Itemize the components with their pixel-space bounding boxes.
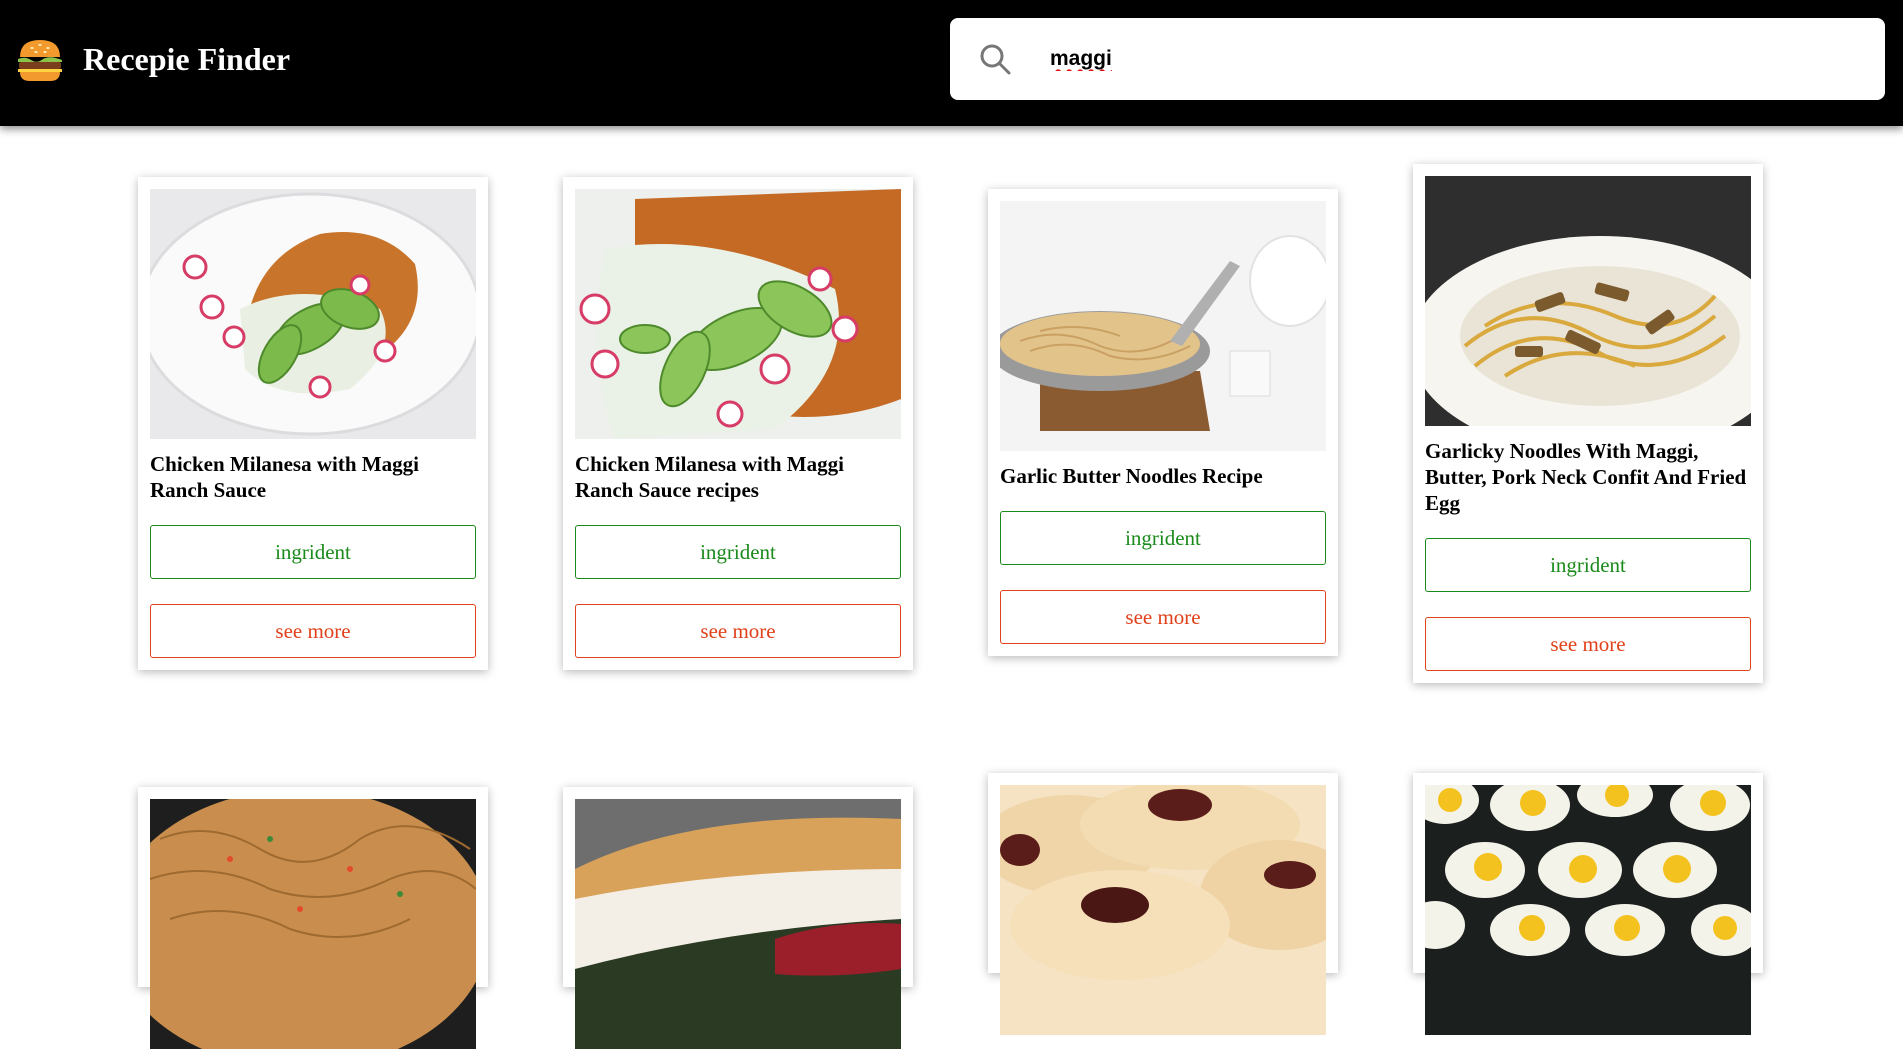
recipe-card — [138, 787, 488, 1049]
ingredient-button[interactable]: ingrident — [150, 525, 476, 579]
recipe-card: Garlic Butter Noodles Recipe ingrident s… — [988, 189, 1338, 656]
top-header: Recepie Finder — [0, 0, 1903, 126]
recipe-card: Chicken Milanesa with Maggi Ranch Sauce … — [138, 177, 488, 670]
recipe-card: Garlicky Noodles With Maggi, Butter, Por… — [1413, 164, 1763, 683]
recipe-title: Chicken Milanesa with Maggi Ranch Sauce … — [575, 452, 844, 502]
recipe-image[interactable] — [150, 799, 476, 1049]
see-more-button[interactable]: see more — [1425, 617, 1751, 671]
app-title: Recepie Finder — [83, 41, 291, 77]
recipe-card — [988, 773, 1338, 1035]
recipe-title: Chicken Milanesa with Maggi Ranch Sauce — [150, 452, 419, 502]
burger-icon — [18, 40, 62, 81]
recipe-image[interactable] — [1000, 201, 1326, 451]
recipe-title: Garlic Butter Noodles Recipe — [1000, 464, 1263, 488]
recipe-card — [1413, 773, 1763, 1035]
search-input[interactable] — [1050, 38, 1850, 80]
search-bar[interactable] — [950, 18, 1885, 100]
recipe-image[interactable] — [1425, 785, 1751, 1035]
recipe-image[interactable] — [1425, 176, 1751, 426]
recipe-image[interactable] — [1000, 785, 1326, 1035]
recipe-image[interactable] — [575, 799, 901, 1049]
ingredient-button[interactable]: ingrident — [1425, 538, 1751, 592]
search-icon[interactable] — [978, 42, 1012, 76]
recipe-image[interactable] — [575, 189, 901, 439]
recipe-title: Garlicky Noodles With Maggi, Butter, Por… — [1425, 439, 1747, 515]
ingredient-button[interactable]: ingrident — [1000, 511, 1326, 565]
see-more-button[interactable]: see more — [1000, 590, 1326, 644]
see-more-button[interactable]: see more — [575, 604, 901, 658]
recipe-image[interactable] — [150, 189, 476, 439]
recipe-card: Chicken Milanesa with Maggi Ranch Sauce … — [563, 177, 913, 670]
recipe-card — [563, 787, 913, 1049]
ingredient-button[interactable]: ingrident — [575, 525, 901, 579]
see-more-button[interactable]: see more — [150, 604, 476, 658]
